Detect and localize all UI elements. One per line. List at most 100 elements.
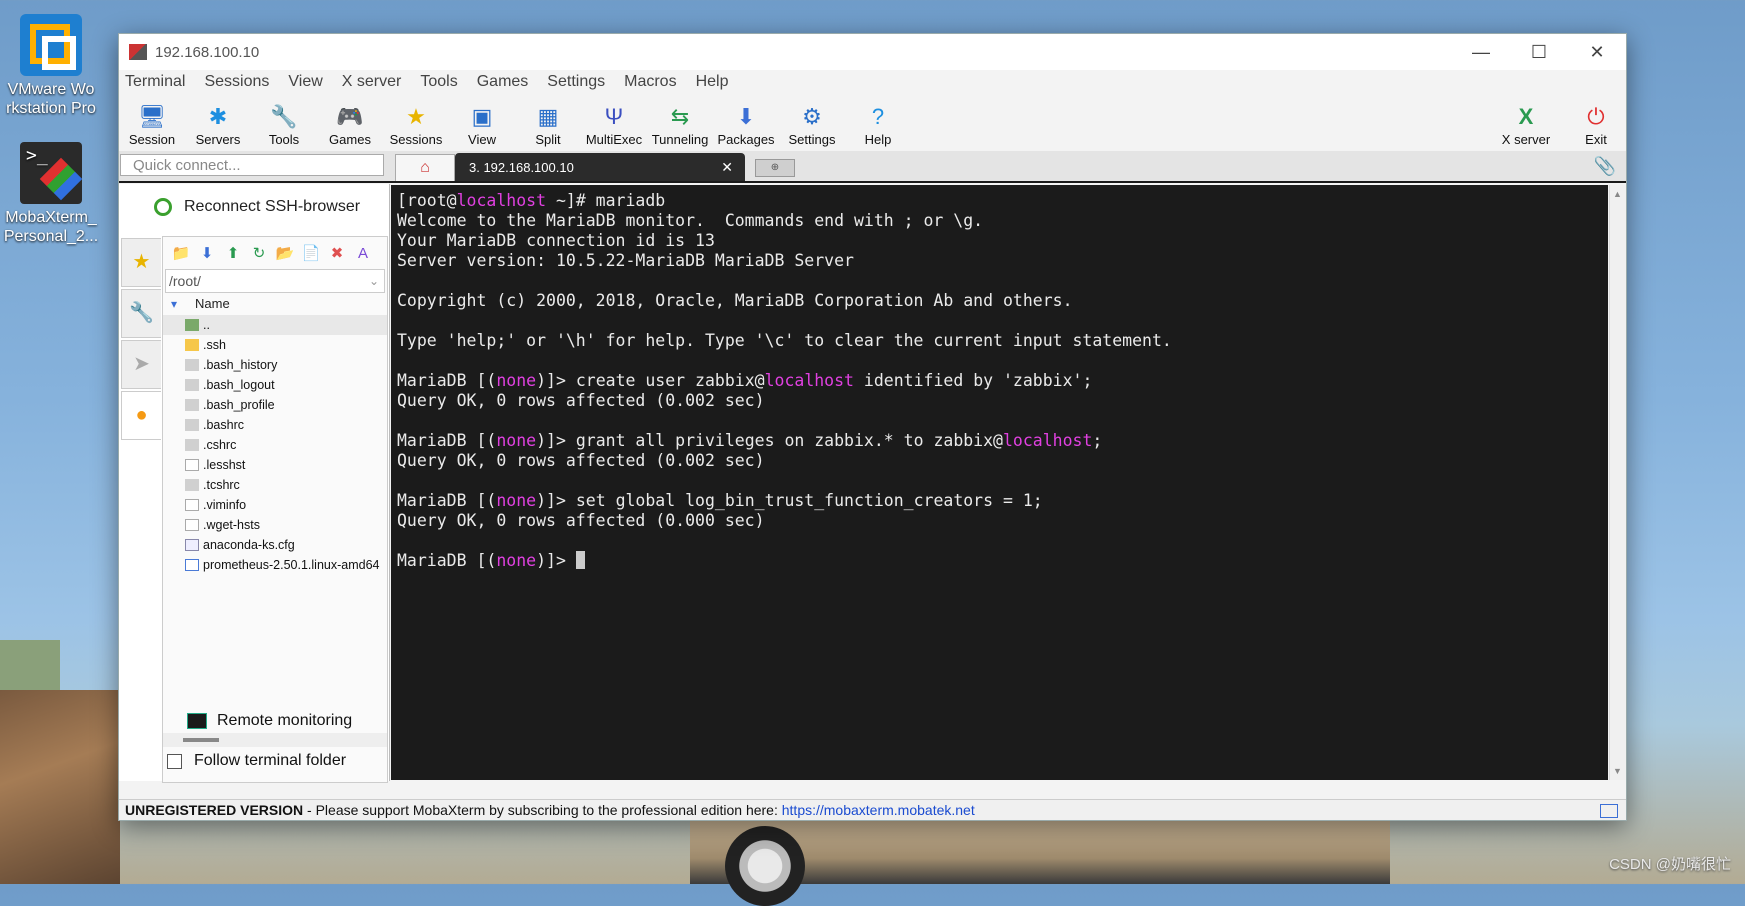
exit-label: Exit <box>1585 132 1607 147</box>
refresh-icon <box>154 198 172 216</box>
maximize-button[interactable]: ☐ <box>1510 34 1568 70</box>
menu-sessions[interactable]: Sessions <box>204 73 269 91</box>
tab-close-icon[interactable]: ✕ <box>721 159 733 176</box>
terminal-segment: ~]# mariadb <box>546 191 666 210</box>
sidebar-tab-macros[interactable]: ➤ <box>121 340 161 389</box>
multiexec-toolbar-button[interactable]: Ψ MultiExec <box>581 102 647 151</box>
scroll-up-icon[interactable]: ▲ <box>1613 189 1622 199</box>
doc-file-icon <box>185 499 199 511</box>
servers-toolbar-button[interactable]: ✱ Servers <box>185 102 251 151</box>
attach-icon[interactable]: 📎 <box>1594 156 1616 177</box>
new-folder-icon[interactable]: 📂 <box>275 244 295 262</box>
vertical-scrollbar[interactable]: ▲ ▼ <box>1609 185 1626 780</box>
menu-x-server[interactable]: X server <box>342 73 402 91</box>
menu-view[interactable]: View <box>288 73 322 91</box>
desktop-icon-vmware[interactable]: VMware Wo rkstation Pro <box>2 14 100 118</box>
file-list-item[interactable]: .cshrc <box>163 435 387 455</box>
monitor-status-icon[interactable] <box>1600 804 1618 818</box>
tunneling-toolbar-button[interactable]: ⇆ Tunneling <box>647 102 713 151</box>
file-name: .wget-hsts <box>203 518 260 532</box>
settings-toolbar-button[interactable]: ⚙ Settings <box>779 102 845 151</box>
watermark: CSDN @奶嘴很忙 <box>1609 856 1731 873</box>
toolbar-label: Tunneling <box>651 132 709 147</box>
quick-connect-input[interactable]: Quick connect... <box>120 154 384 176</box>
reconnect-ssh-browser-button[interactable]: Reconnect SSH-browser <box>119 184 389 230</box>
file-list-item[interactable]: .lesshst <box>163 455 387 475</box>
terminal-segment: )]> set global log_bin_trust_function_cr… <box>536 491 1043 510</box>
close-button[interactable]: ✕ <box>1568 34 1626 70</box>
upload-icon[interactable]: ⬆ <box>223 244 243 262</box>
refresh-icon[interactable]: ↻ <box>249 244 269 262</box>
terminal-line: MariaDB [(none)]> set global log_bin_tru… <box>397 491 1043 510</box>
terminal[interactable]: [root@localhost ~]# mariadb Welcome to t… <box>391 185 1608 780</box>
file-list-item[interactable]: .ssh <box>163 335 387 355</box>
mobaxterm-link[interactable]: https://mobaxterm.mobatek.net <box>782 802 975 818</box>
file-list-item[interactable]: .bash_profile <box>163 395 387 415</box>
home-tab[interactable]: ⌂ <box>395 154 455 181</box>
file-list-item[interactable]: .viminfo <box>163 495 387 515</box>
menu-terminal[interactable]: Terminal <box>125 73 185 91</box>
checkbox-unchecked[interactable] <box>167 753 182 769</box>
file-name: .bashrc <box>203 418 244 432</box>
title-bar[interactable]: 192.168.100.10 — ☐ ✕ <box>119 34 1626 70</box>
file-name: .. <box>203 318 210 332</box>
file-list-item[interactable]: .bash_logout <box>163 375 387 395</box>
file-list-item[interactable]: .bash_history <box>163 355 387 375</box>
download-icon[interactable]: ⬇ <box>197 244 217 262</box>
menu-games[interactable]: Games <box>477 73 529 91</box>
terminal-segment: Query OK, 0 rows affected (0.002 sec) <box>397 451 765 470</box>
split-toolbar-button[interactable]: ▦ Split <box>515 102 581 151</box>
sidebar-tab-sessions[interactable]: ★ <box>121 238 161 287</box>
exit-button[interactable]: ⏻ Exit <box>1566 102 1626 151</box>
sidebar-tab-tools[interactable]: 🔧 <box>121 289 161 338</box>
tab-session-192-168-100-10[interactable]: 3. 192.168.100.10 ✕ <box>455 153 745 181</box>
app-logo-icon <box>129 44 147 60</box>
path-input[interactable]: /root/ ⌄ <box>165 269 385 293</box>
doc-file-icon <box>185 459 199 471</box>
toolbar-label: Help <box>864 132 892 147</box>
tools-toolbar-button[interactable]: 🔧 Tools <box>251 102 317 151</box>
scroll-down-icon[interactable]: ▼ <box>1613 766 1622 776</box>
games-toolbar-button[interactable]: 🎮 Games <box>317 102 383 151</box>
terminal-line: MariaDB [(none)]> grant all privileges o… <box>397 431 1102 450</box>
delete-icon[interactable]: ✖ <box>327 244 347 262</box>
file-name: .bash_logout <box>203 378 275 392</box>
rename-icon[interactable]: A <box>353 245 373 262</box>
new-tab-button[interactable]: ⊕ <box>755 159 795 177</box>
file-list-item[interactable]: .. <box>163 315 387 335</box>
terminal-segment: Query OK, 0 rows affected (0.000 sec) <box>397 511 765 530</box>
menu-bar: Terminal Sessions View X server Tools Ga… <box>119 70 1626 93</box>
path-value: /root/ <box>169 273 201 289</box>
new-file-icon[interactable]: 📄 <box>301 244 321 262</box>
terminal-segment: Your MariaDB connection id is 13 <box>397 231 715 250</box>
menu-settings[interactable]: Settings <box>547 73 605 91</box>
xserver-button[interactable]: X X server <box>1486 102 1566 151</box>
star-icon: ★ <box>406 104 426 129</box>
column-header-name[interactable]: Name <box>163 293 387 315</box>
sidebar-tab-sftp[interactable]: ● <box>121 391 161 440</box>
file-list-item[interactable]: .wget-hsts <box>163 515 387 535</box>
chevron-down-icon[interactable]: ⌄ <box>369 270 379 292</box>
desktop-icon-mobaxterm[interactable]: >_ MobaXterm_ Personal_2... <box>2 142 100 246</box>
file-list-item[interactable]: anaconda-ks.cfg <box>163 535 387 555</box>
remote-monitoring-button[interactable]: Remote monitoring <box>187 712 352 730</box>
menu-help[interactable]: Help <box>696 73 729 91</box>
session-toolbar-button[interactable]: 🖥 Session <box>119 102 185 151</box>
go-parent-folder-icon[interactable]: 📁 <box>171 244 191 262</box>
follow-terminal-folder-checkbox[interactable]: Follow terminal folder <box>167 752 346 770</box>
sessions-toolbar-button[interactable]: ★ Sessions <box>383 102 449 151</box>
monitor-icon <box>187 713 207 729</box>
terminal-segment: none <box>496 431 537 450</box>
file-name: .bash_profile <box>203 398 275 412</box>
file-list-item[interactable]: .bashrc <box>163 415 387 435</box>
file-list-item[interactable]: .tcshrc <box>163 475 387 495</box>
packages-toolbar-button[interactable]: ⬇ Packages <box>713 102 779 151</box>
menu-tools[interactable]: Tools <box>420 73 457 91</box>
view-toolbar-button[interactable]: ▣ View <box>449 102 515 151</box>
help-toolbar-button[interactable]: ? Help <box>845 102 911 151</box>
minimize-button[interactable]: — <box>1452 34 1510 70</box>
menu-macros[interactable]: Macros <box>624 73 676 91</box>
horizontal-scrollbar[interactable] <box>163 733 387 747</box>
file-list-item[interactable]: prometheus-2.50.1.linux-amd64 <box>163 555 387 575</box>
toolbar-label: Split <box>535 132 561 147</box>
